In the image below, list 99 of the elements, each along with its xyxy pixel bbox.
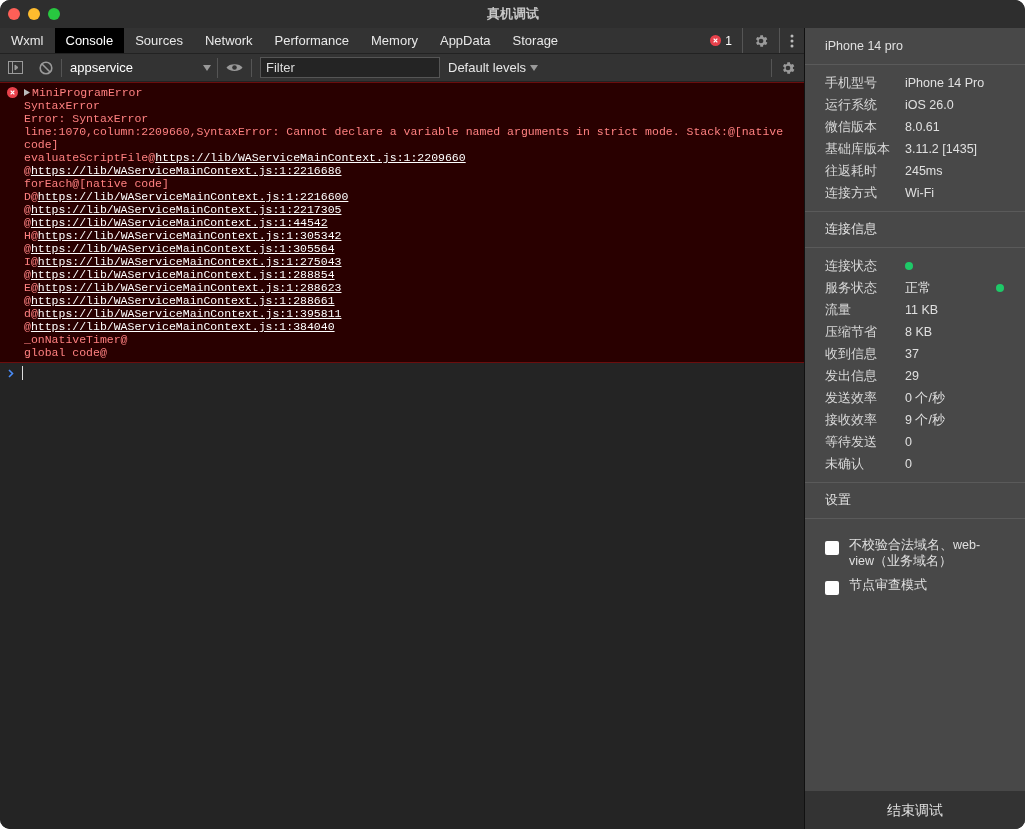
prompt-icon [8, 368, 14, 378]
info-value: iPhone 14 Pro [905, 74, 985, 92]
error-title[interactable]: MiniProgramError [32, 86, 143, 99]
clear-icon[interactable] [39, 60, 53, 75]
source-link[interactable]: https://lib/WAServiceMainContext.js:1:288623 [37, 281, 342, 294]
stack-frame: I@ [24, 255, 38, 268]
source-link[interactable]: https://lib/WAServiceMainContext.js:1:44542 [30, 216, 328, 229]
source-link[interactable]: https://lib/WAServiceMainContext.js:1:288661 [30, 294, 335, 307]
option-label: 不校验合法域名、web-view（业务域名） [849, 537, 982, 569]
sidebar-toggle-icon[interactable] [8, 61, 23, 74]
more-icon[interactable] [790, 33, 794, 48]
close-button[interactable] [8, 8, 20, 20]
minimize-button[interactable] [28, 8, 40, 20]
source-link[interactable]: https://lib/WAServiceMainContext.js:1:384040 [30, 320, 335, 333]
end-debug-button[interactable]: 结束调试 [805, 791, 1025, 829]
info-value: 正常 [905, 279, 931, 297]
info-value: 3.11.2 [1435] [905, 140, 978, 158]
error-line: Error: SyntaxError [24, 112, 149, 125]
info-label: 未确认 [825, 455, 865, 473]
stack-frame: @ [24, 216, 31, 229]
info-label: 服务状态 [825, 279, 878, 297]
error-line: _onNativeTimer@ [24, 333, 128, 346]
levels-dropdown[interactable]: Default levels [448, 57, 539, 78]
stack-frame: @ [24, 242, 31, 255]
settings-icon[interactable] [780, 59, 796, 76]
info-value: 29 [905, 367, 919, 385]
devtools-tab[interactable]: Network [193, 28, 264, 53]
checkbox[interactable] [825, 541, 839, 555]
source-link[interactable]: https://lib/WAServiceMainContext.js:1:2217305 [30, 203, 342, 216]
disclosure-triangle-icon[interactable] [24, 89, 30, 96]
info-value: 9 个/秒 [905, 411, 945, 429]
stack-frame: @ [24, 294, 31, 307]
source-link[interactable]: https://lib/WAServiceMainContext.js:1:275043 [37, 255, 342, 268]
checkbox[interactable] [825, 581, 839, 595]
filter-field[interactable]: Filter [260, 57, 440, 78]
info-value: 0 个/秒 [905, 389, 945, 407]
devtools-tab[interactable]: Wxml [0, 28, 55, 53]
source-link[interactable]: https://lib/WAServiceMainContext.js:1:2216686 [30, 164, 342, 177]
devtools-tab[interactable]: Sources [124, 28, 194, 53]
info-label: 接收效率 [825, 411, 878, 429]
info-value: iOS 26.0 [905, 96, 954, 114]
info-label: 往返耗时 [825, 162, 878, 180]
section-title: 连接信息 [825, 221, 877, 239]
info-label: 流量 [825, 301, 852, 319]
source-link[interactable]: https://lib/WAServiceMainContext.js:1:305564 [30, 242, 335, 255]
info-value: 11 KB [905, 301, 939, 319]
context-select[interactable]: appservice [70, 57, 218, 78]
error-line: SyntaxError [24, 99, 100, 112]
info-label: 手机型号 [825, 74, 878, 92]
info-value: 37 [905, 345, 919, 363]
info-label: 连接方式 [825, 184, 878, 202]
devtools-tab[interactable]: AppData [428, 28, 502, 53]
stack-frame: @ [24, 320, 31, 333]
devtools-tab[interactable]: Console [54, 28, 125, 53]
source-link[interactable]: https://lib/WAServiceMainContext.js:1:2216600 [37, 190, 349, 203]
info-value: Wi-Fi [905, 184, 935, 202]
error-icon [6, 87, 18, 98]
info-value: 0 [905, 433, 912, 451]
info-label: 微信版本 [825, 118, 878, 136]
source-link[interactable]: https://lib/WAServiceMainContext.js:1:305342 [37, 229, 342, 242]
devtools-tab[interactable]: Memory [360, 28, 429, 53]
stack-frame: H@ [24, 229, 38, 242]
devtools-tab[interactable]: Storage [501, 28, 570, 53]
source-link[interactable]: https://lib/WAServiceMainContext.js:1:395811 [37, 307, 342, 320]
info-label: 发送效率 [825, 389, 878, 407]
device-name: iPhone 14 pro [825, 37, 903, 55]
error-count: 1 [725, 32, 732, 50]
info-value: 0 [905, 455, 912, 473]
option-label: 节点审查模式 [849, 577, 927, 593]
stack-frame: E@ [24, 281, 38, 294]
window-title: 真机调试 [486, 5, 539, 24]
error-line: global code@ [24, 346, 107, 359]
source-link[interactable]: https://lib/WAServiceMainContext.js:1:2209660 [155, 151, 466, 164]
error-line: forEach@[native code] [24, 177, 169, 190]
info-value: 8 KB [905, 323, 933, 341]
info-label: 连接状态 [825, 257, 878, 275]
stack-frame: evaluateScriptFile@ [24, 151, 156, 164]
info-value: 245ms [905, 162, 943, 180]
info-label: 等待发送 [825, 433, 878, 451]
section-title: 设置 [825, 492, 851, 510]
caret-icon [203, 64, 211, 71]
info-label: 发出信息 [825, 367, 878, 385]
eye-icon[interactable] [226, 62, 243, 73]
stack-frame: d@ [24, 307, 38, 320]
stack-frame: @ [24, 164, 31, 177]
devtools-tab[interactable]: Performance [263, 28, 360, 53]
zoom-button[interactable] [48, 8, 60, 20]
stack-frame: D@ [24, 190, 38, 203]
caret-icon [530, 64, 539, 71]
stack-frame: @ [24, 268, 31, 281]
info-label: 收到信息 [825, 345, 878, 363]
source-link[interactable]: https://lib/WAServiceMainContext.js:1:288854 [30, 268, 335, 281]
info-label: 压缩节省 [825, 323, 878, 341]
error-icon [710, 35, 722, 46]
stack-frame: @ [24, 203, 31, 216]
info-label: 运行系统 [825, 96, 878, 114]
info-label: 基础库版本 [825, 140, 891, 158]
info-value: 8.0.61 [905, 118, 940, 136]
settings-icon[interactable] [753, 32, 769, 49]
